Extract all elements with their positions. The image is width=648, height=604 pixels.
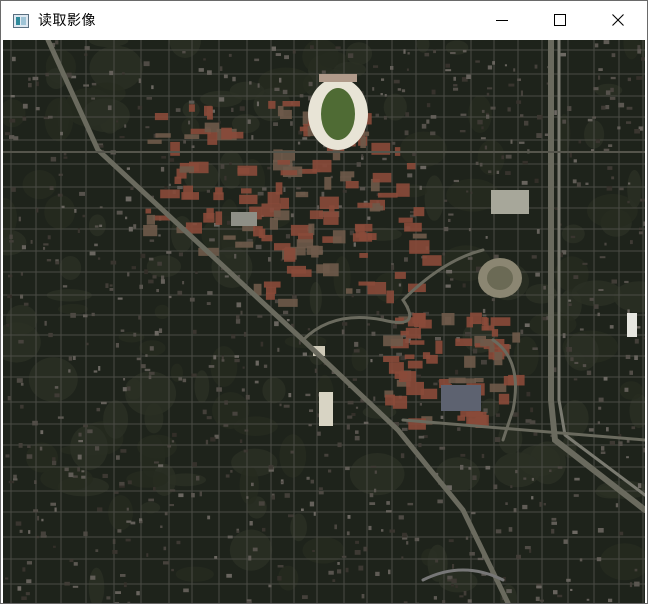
window-title: 读取影像 <box>38 13 96 29</box>
image-window-icon <box>13 13 29 28</box>
image-canvas[interactable] <box>3 40 645 603</box>
image-viewer-window: 读取影像 <box>0 0 648 604</box>
window-controls <box>473 1 647 39</box>
close-button[interactable] <box>589 1 647 39</box>
minimize-icon <box>496 20 508 21</box>
minimize-button[interactable] <box>473 1 531 39</box>
satellite-image <box>3 40 645 603</box>
title-bar[interactable]: 读取影像 <box>1 1 647 39</box>
maximize-icon <box>554 14 566 26</box>
close-icon <box>612 14 624 26</box>
maximize-button[interactable] <box>531 1 589 39</box>
